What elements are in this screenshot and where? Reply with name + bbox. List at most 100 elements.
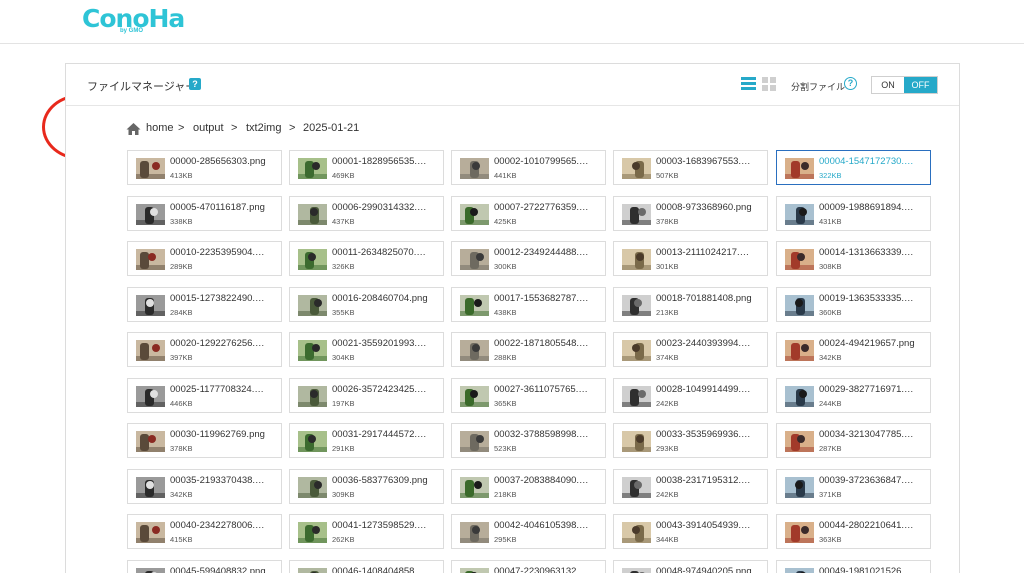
file-size: 425KB xyxy=(494,217,517,226)
file-name: 00033-3535969936.… xyxy=(656,429,751,440)
file-tile[interactable]: 00038-2317195312.… 242KB xyxy=(613,469,768,504)
file-name: 00026-3572423425.… xyxy=(332,384,427,395)
file-size: 301KB xyxy=(656,262,679,271)
file-tile[interactable]: 00034-3213047785.… 287KB xyxy=(776,423,931,458)
file-tile[interactable]: 00003-1683967553.… 507KB xyxy=(613,150,768,185)
file-tile[interactable]: 00042-4046105398.… 295KB xyxy=(451,514,606,549)
file-tile[interactable]: 00044-2802210641.… 363KB xyxy=(776,514,931,549)
file-tile[interactable]: 00008-973368960.png 378KB xyxy=(613,196,768,231)
file-tile[interactable]: 00047-2230963132.… xyxy=(451,560,606,573)
file-name: 00037-2083884090.… xyxy=(494,475,589,486)
split-help-icon[interactable]: ? xyxy=(844,77,857,90)
file-tile[interactable]: 00025-1177708324.… 446KB xyxy=(127,378,282,413)
file-thumbnail xyxy=(136,340,165,361)
home-icon[interactable] xyxy=(126,122,141,136)
file-tile[interactable]: 00043-3914054939.… 344KB xyxy=(613,514,768,549)
file-tile[interactable]: 00020-1292276256.… 397KB xyxy=(127,332,282,367)
file-size: 342KB xyxy=(819,353,842,362)
file-tile[interactable]: 00045-599408832.png xyxy=(127,560,282,573)
file-tile[interactable]: 00039-3723636847.… 371KB xyxy=(776,469,931,504)
file-size: 291KB xyxy=(332,444,355,453)
file-name: 00016-208460704.png xyxy=(332,293,428,304)
file-tile[interactable]: 00028-1049914499.… 242KB xyxy=(613,378,768,413)
file-tile[interactable]: 00031-2917444572.… 291KB xyxy=(289,423,444,458)
breadcrumb-separator: > xyxy=(178,122,185,134)
file-tile[interactable]: 00018-701881408.png 213KB xyxy=(613,287,768,322)
toggle-on-option[interactable]: ON xyxy=(872,77,904,93)
file-tile[interactable]: 00010-2235395904.… 289KB xyxy=(127,241,282,276)
toggle-off-option[interactable]: OFF xyxy=(904,77,937,93)
file-tile[interactable]: 00000-285656303.png 413KB xyxy=(127,150,282,185)
file-name: 00028-1049914499.… xyxy=(656,384,751,395)
file-name: 00023-2440393994.… xyxy=(656,338,751,349)
file-name: 00046-1408404858.… xyxy=(332,566,427,573)
file-name: 00027-3611075765.… xyxy=(494,384,588,395)
breadcrumb-item[interactable]: txt2img xyxy=(246,122,281,134)
file-thumbnail xyxy=(622,386,651,407)
file-tile[interactable]: 00048-974940205.png xyxy=(613,560,768,573)
file-thumbnail xyxy=(136,386,165,407)
file-tile[interactable]: 00041-1273598529.… 262KB xyxy=(289,514,444,549)
file-name: 00007-2722776359.… xyxy=(494,202,589,213)
file-tile[interactable]: 00024-494219657.png 342KB xyxy=(776,332,931,367)
file-size: 308KB xyxy=(819,262,842,271)
file-tile[interactable]: 00022-1871805548.… 288KB xyxy=(451,332,606,367)
file-tile[interactable]: 00032-3788598998.… 523KB xyxy=(451,423,606,458)
breadcrumb-item[interactable]: output xyxy=(193,122,224,134)
file-tile[interactable]: 00017-1553682787.… 438KB xyxy=(451,287,606,322)
file-tile[interactable]: 00021-3559201993.… 304KB xyxy=(289,332,444,367)
file-tile[interactable]: 00011-2634825070.… 326KB xyxy=(289,241,444,276)
file-thumbnail xyxy=(785,249,814,270)
file-tile[interactable]: 00036-583776309.png 309KB xyxy=(289,469,444,504)
file-name: 00042-4046105398.… xyxy=(494,520,589,531)
file-thumbnail xyxy=(785,204,814,225)
file-size: 355KB xyxy=(332,308,355,317)
file-tile[interactable]: 00015-1273822490.… 284KB xyxy=(127,287,282,322)
file-tile[interactable]: 00046-1408404858.… xyxy=(289,560,444,573)
file-size: 378KB xyxy=(170,444,193,453)
file-tile[interactable]: 00030-119962769.png 378KB xyxy=(127,423,282,458)
file-tile[interactable]: 00037-2083884090.… 218KB xyxy=(451,469,606,504)
file-tile[interactable]: 00026-3572423425.… 197KB xyxy=(289,378,444,413)
grid-view-icon[interactable] xyxy=(762,77,777,92)
file-tile[interactable]: 00013-2111024217.… 301KB xyxy=(613,241,768,276)
file-thumbnail xyxy=(460,522,489,543)
file-tile[interactable]: 00005-470116187.png 338KB xyxy=(127,196,282,231)
file-name: 00036-583776309.png xyxy=(332,475,428,486)
file-tile[interactable]: 00006-2990314332.… 437KB xyxy=(289,196,444,231)
file-name: 00005-470116187.png xyxy=(170,202,265,213)
file-tile[interactable]: 00029-3827716971.… 244KB xyxy=(776,378,931,413)
file-name: 00004-1547172730.… xyxy=(819,156,914,167)
file-size: 342KB xyxy=(170,490,193,499)
file-tile[interactable]: 00007-2722776359.… 425KB xyxy=(451,196,606,231)
file-thumbnail xyxy=(136,477,165,498)
file-size: 437KB xyxy=(332,217,355,226)
file-size: 287KB xyxy=(819,444,842,453)
file-tile[interactable]: 00040-2342278006.… 415KB xyxy=(127,514,282,549)
file-thumbnail xyxy=(136,295,165,316)
file-size: 374KB xyxy=(656,353,679,362)
breadcrumb-item[interactable]: home xyxy=(146,122,174,134)
file-name: 00024-494219657.png xyxy=(819,338,915,349)
split-file-toggle[interactable]: ON OFF xyxy=(871,76,938,94)
file-tile[interactable]: 00033-3535969936.… 293KB xyxy=(613,423,768,458)
file-tile[interactable]: 00027-3611075765.… 365KB xyxy=(451,378,606,413)
file-tile[interactable]: 00035-2193370438.… 342KB xyxy=(127,469,282,504)
help-icon[interactable]: ? xyxy=(189,78,201,90)
file-tile[interactable]: 00012-2349244488.… 300KB xyxy=(451,241,606,276)
file-tile[interactable]: 00001-1828956535.… 469KB xyxy=(289,150,444,185)
file-name: 00043-3914054939.… xyxy=(656,520,751,531)
file-tile[interactable]: 00009-1988691894.… 431KB xyxy=(776,196,931,231)
file-tile[interactable]: 00004-1547172730.… 322KB xyxy=(776,150,931,185)
panel-header: ファイルマネージャー ? 分割ファイル ? ON OFF xyxy=(66,64,959,106)
list-view-icon[interactable] xyxy=(741,77,756,92)
file-tile[interactable]: 00016-208460704.png 355KB xyxy=(289,287,444,322)
conoha-logo[interactable]: ConoHa by GMO xyxy=(82,4,185,36)
file-tile[interactable]: 00014-1313663339.… 308KB xyxy=(776,241,931,276)
file-tile[interactable]: 00019-1363533335.… 360KB xyxy=(776,287,931,322)
file-tile[interactable]: 00023-2440393994.… 374KB xyxy=(613,332,768,367)
file-tile[interactable]: 00002-1010799565.… 441KB xyxy=(451,150,606,185)
file-thumbnail xyxy=(460,340,489,361)
file-thumbnail xyxy=(136,522,165,543)
file-tile[interactable]: 00049-1981021526.… xyxy=(776,560,931,573)
